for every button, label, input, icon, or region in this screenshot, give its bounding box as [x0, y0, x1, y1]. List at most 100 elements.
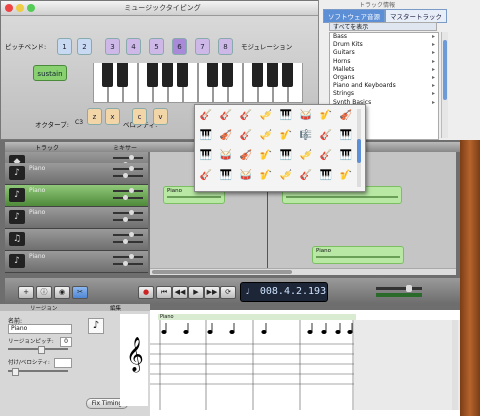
guitar-icon[interactable]: 🎸	[217, 107, 235, 124]
master-volume-slider[interactable]	[376, 285, 422, 292]
velocity-field[interactable]	[54, 358, 72, 368]
list-item[interactable]: Guitars ▸	[330, 49, 438, 57]
pan-slider[interactable]	[113, 173, 143, 178]
list-item[interactable]: Organs ▸	[330, 74, 438, 82]
drum-icon[interactable]: 🥁	[297, 107, 315, 124]
volume-slider[interactable]	[113, 155, 143, 160]
track-header[interactable]: ♪ Piano	[5, 251, 148, 273]
guitar-icon[interactable]: 🎸	[237, 107, 255, 124]
score-icon[interactable]: 🎼	[297, 127, 315, 144]
sax-icon[interactable]: 🎷	[317, 107, 335, 124]
score-editor[interactable]: Piano	[150, 310, 460, 416]
transpose-field[interactable]: 0	[60, 337, 72, 347]
velocity-slider[interactable]	[8, 368, 68, 376]
time-display[interactable]: ♩ 008.4.2.193	[240, 282, 328, 302]
editor-button[interactable]: ✂	[72, 286, 88, 299]
black-key[interactable]	[207, 63, 218, 87]
black-key[interactable]	[267, 63, 278, 87]
black-key[interactable]	[147, 63, 158, 87]
guitar-icon[interactable]: 🎸	[317, 147, 335, 164]
guitar-icon[interactable]: 🎸	[317, 127, 335, 144]
horn-icon[interactable]: 🎺	[257, 127, 275, 144]
violin-icon[interactable]: 🎻	[217, 127, 235, 144]
black-key[interactable]	[117, 63, 128, 87]
list-item[interactable]: Strings ▸	[330, 90, 438, 98]
drum-icon[interactable]: 🥁	[217, 147, 235, 164]
volume-slider[interactable]	[113, 254, 143, 259]
track-info-button[interactable]: ⓘ	[36, 286, 52, 299]
keyboard-icon[interactable]: 🎹	[197, 147, 215, 164]
black-key[interactable]	[222, 63, 233, 87]
pan-slider[interactable]	[113, 195, 143, 200]
volume-slider[interactable]	[113, 232, 143, 237]
category-select[interactable]: すべてを表示	[329, 22, 437, 31]
volume-slider[interactable]	[113, 188, 143, 193]
region-name-field[interactable]: Piano	[8, 324, 72, 334]
horn-icon[interactable]: 🎺	[297, 147, 315, 164]
key-3[interactable]: 3	[105, 38, 120, 55]
track-header[interactable]: ♪ Piano	[5, 163, 148, 185]
cycle-button[interactable]: ⟳	[220, 286, 236, 299]
key-6[interactable]: 6	[172, 38, 187, 55]
octave-up-key[interactable]: x	[105, 108, 120, 125]
list-item[interactable]: Horns ▸	[330, 58, 438, 66]
black-key[interactable]	[102, 63, 113, 87]
keyboard-icon[interactable]: 🎹	[217, 167, 235, 184]
track-header[interactable]: ♪ Piano	[5, 207, 148, 229]
transpose-slider[interactable]	[8, 346, 68, 354]
keyboard-icon[interactable]: 🎹	[277, 107, 295, 124]
violin-icon[interactable]: 🎻	[337, 107, 355, 124]
key-2[interactable]: 2	[77, 38, 92, 55]
horn-icon[interactable]: 🎺	[257, 107, 275, 124]
pan-slider[interactable]	[113, 239, 143, 244]
velocity-down-key[interactable]: c	[132, 108, 147, 125]
key-5[interactable]: 5	[149, 38, 164, 55]
guitar-icon[interactable]: 🎸	[237, 127, 255, 144]
velocity-up-key[interactable]: v	[153, 108, 168, 125]
horn-icon[interactable]: 🎺	[277, 167, 295, 184]
palette-scrollbar[interactable]	[357, 109, 361, 187]
list-scrollbar[interactable]	[441, 32, 448, 138]
key-8[interactable]: 8	[218, 38, 233, 55]
keyboard-icon[interactable]: 🎹	[337, 147, 355, 164]
loop-browser-button[interactable]: ◉	[54, 286, 70, 299]
black-key[interactable]	[282, 63, 293, 87]
play-button[interactable]: ▶	[188, 286, 204, 299]
key-1[interactable]: 1	[57, 38, 72, 55]
black-key[interactable]	[177, 63, 188, 87]
add-track-button[interactable]: +	[18, 286, 34, 299]
key-7[interactable]: 7	[195, 38, 210, 55]
sax-icon[interactable]: 🎷	[277, 127, 295, 144]
list-item[interactable]: Mallets ▸	[330, 66, 438, 74]
volume-slider[interactable]	[113, 210, 143, 215]
pan-slider[interactable]	[113, 217, 143, 222]
guitar-icon[interactable]: 🎸	[297, 167, 315, 184]
guitar-icon[interactable]: 🎸	[197, 167, 215, 184]
midi-region[interactable]: Piano	[312, 246, 404, 264]
keyboard-icon[interactable]: 🎹	[317, 167, 335, 184]
rewind-start-button[interactable]: ⏮	[156, 286, 172, 299]
fast-forward-button[interactable]: ▶▶	[204, 286, 220, 299]
track-header-selected[interactable]: ♪ Piano	[5, 185, 148, 207]
black-key[interactable]	[162, 63, 173, 87]
score-scrollbar[interactable]	[452, 320, 458, 410]
key-4[interactable]: 4	[126, 38, 141, 55]
rewind-button[interactable]: ◀◀	[172, 286, 188, 299]
record-button[interactable]: ●	[138, 286, 154, 299]
guitar-icon[interactable]: 🎸	[197, 107, 215, 124]
keyboard-icon[interactable]: 🎹	[197, 127, 215, 144]
track-header[interactable]: ♫	[5, 229, 148, 251]
tab-software-instrument[interactable]: ソフトウェア音源	[323, 9, 385, 23]
black-key[interactable]	[252, 63, 263, 87]
keyboard-icon[interactable]: 🎹	[337, 127, 355, 144]
sax-icon[interactable]: 🎷	[337, 167, 355, 184]
keyboard-icon[interactable]: 🎹	[277, 147, 295, 164]
sax-icon[interactable]: 🎷	[257, 147, 275, 164]
score-view-icon[interactable]: ♪	[88, 318, 104, 334]
tab-master-track[interactable]: マスタートラック	[385, 9, 447, 23]
sax-icon[interactable]: 🎷	[257, 167, 275, 184]
sustain-key[interactable]: sustain	[33, 65, 67, 81]
violin-icon[interactable]: 🎻	[237, 147, 255, 164]
drum-icon[interactable]: 🥁	[237, 167, 255, 184]
list-item[interactable]: Bass ▸	[330, 33, 438, 41]
